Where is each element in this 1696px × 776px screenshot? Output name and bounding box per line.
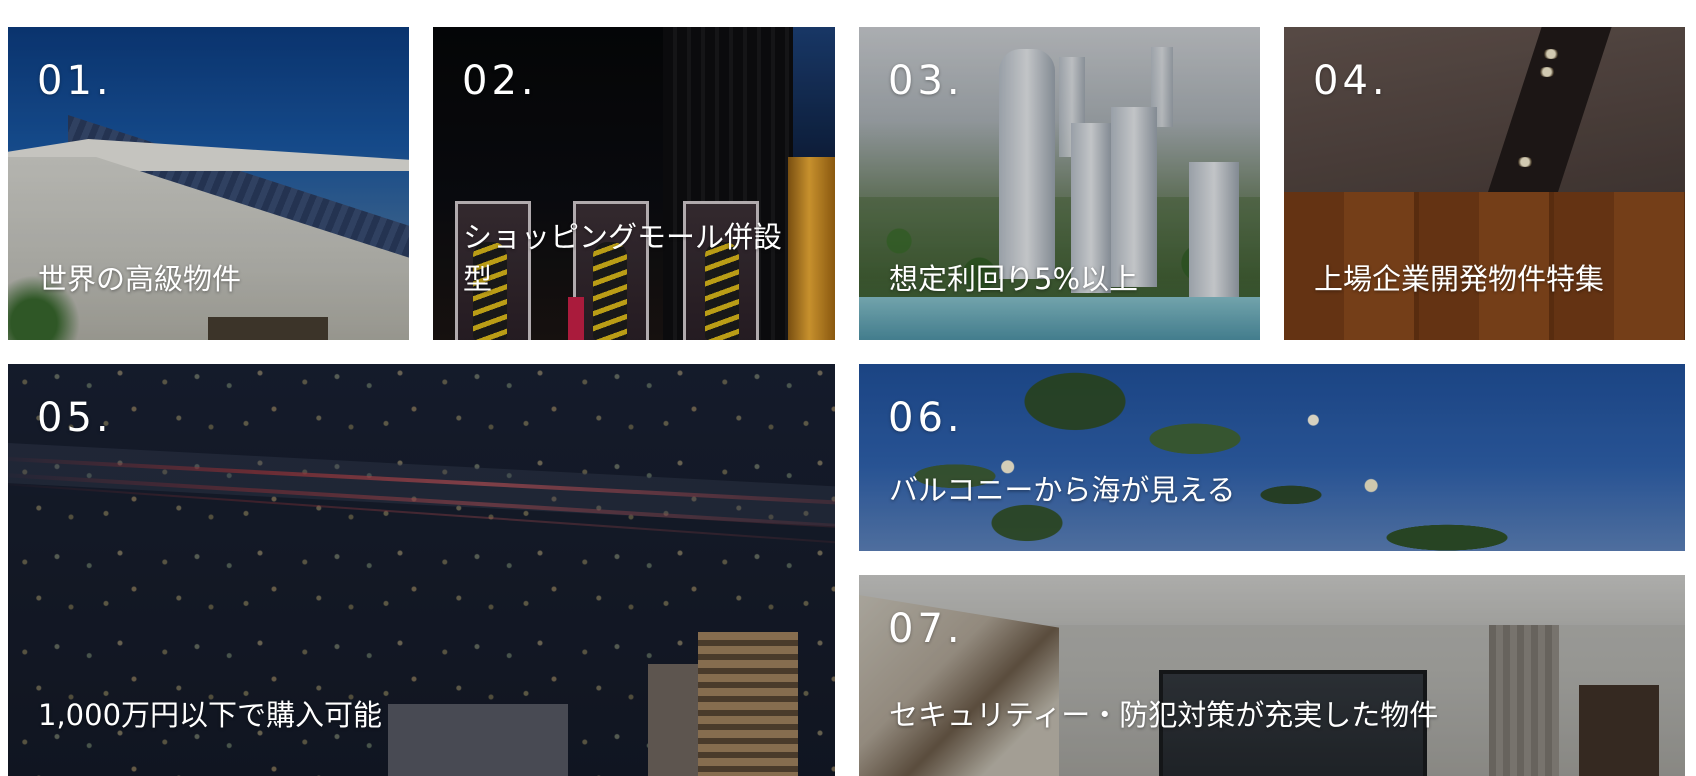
- tile-label: 1,000万円以下で購入可能: [38, 698, 383, 732]
- tile-number: 05.: [37, 395, 113, 441]
- tile-label: ショッピングモール併設型: [463, 220, 783, 296]
- interior-room-image: [859, 575, 1685, 776]
- feature-grid: 01. 世界の高級物件 02. ショッピングモール併設型 03. 想定利回り5%…: [0, 0, 1696, 776]
- palm-sky-image: [859, 364, 1685, 551]
- tile-label: 上場企業開発物件特集: [1314, 262, 1605, 296]
- tile-number: 06.: [888, 395, 964, 441]
- feature-tile-luxury-properties[interactable]: 01. 世界の高級物件: [8, 27, 409, 340]
- tile-number: 01.: [37, 58, 113, 104]
- tile-label: セキュリティー・防犯対策が充実した物件: [889, 698, 1439, 732]
- feature-tile-listed-developer[interactable]: 04. 上場企業開発物件特集: [1284, 27, 1685, 340]
- tile-label: 想定利回り5%以上: [889, 262, 1139, 296]
- tile-label: 世界の高級物件: [38, 262, 242, 296]
- feature-tile-sea-view[interactable]: 06. バルコニーから海が見える: [859, 364, 1685, 551]
- tile-number: 07.: [888, 606, 964, 652]
- tile-label: バルコニーから海が見える: [889, 473, 1236, 507]
- feature-tile-yield[interactable]: 03. 想定利回り5%以上: [859, 27, 1260, 340]
- tile-number: 04.: [1313, 58, 1389, 104]
- tile-number: 03.: [888, 58, 964, 104]
- feature-tile-shopping-mall[interactable]: 02. ショッピングモール併設型: [433, 27, 835, 340]
- tile-number: 02.: [462, 58, 538, 104]
- feature-tile-security[interactable]: 07. セキュリティー・防犯対策が充実した物件: [859, 575, 1685, 776]
- feature-tile-under-10-million[interactable]: 05. 1,000万円以下で購入可能: [8, 364, 835, 776]
